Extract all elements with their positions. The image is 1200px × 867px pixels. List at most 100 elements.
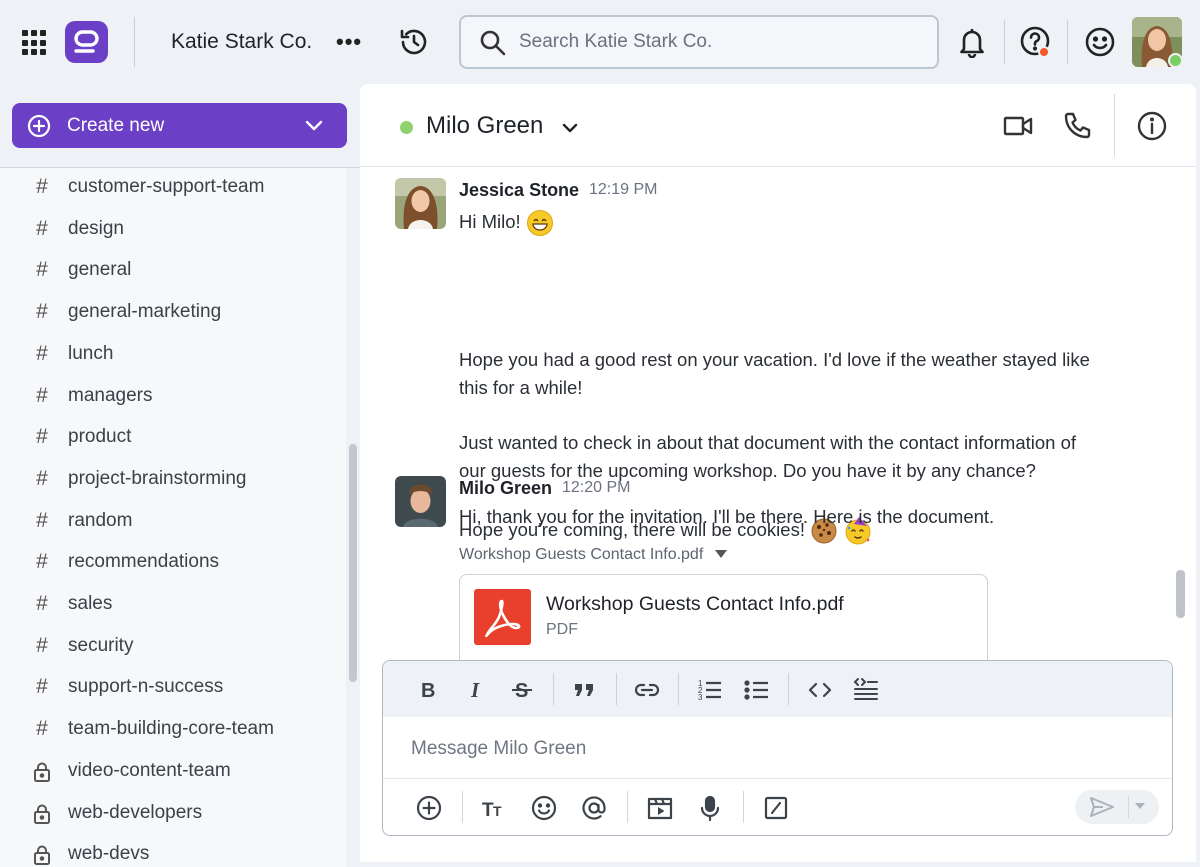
message-line: this for a while!	[459, 377, 583, 398]
smile-icon[interactable]	[1084, 26, 1116, 63]
channel-item[interactable]: # design	[0, 209, 346, 249]
quote-icon	[575, 684, 593, 696]
create-new-button[interactable]: Create new	[12, 103, 347, 148]
italic-icon: I	[470, 678, 480, 702]
channel-name: web-developers	[68, 801, 203, 823]
voice-message-button[interactable]	[695, 793, 725, 823]
channel-item[interactable]: # general	[0, 250, 346, 290]
channel-item[interactable]: # product	[0, 417, 346, 457]
search-box[interactable]	[459, 15, 939, 69]
file-type: PDF	[546, 621, 578, 638]
at-mention-icon	[582, 796, 606, 820]
avatar[interactable]	[395, 178, 446, 229]
online-status-dot	[1168, 53, 1183, 68]
more-options-icon[interactable]: •••	[336, 29, 362, 55]
divider	[462, 791, 463, 823]
chevron-down-icon	[305, 120, 323, 131]
logo-icon[interactable]	[65, 21, 108, 63]
channel-item[interactable]: web-devs	[0, 834, 346, 867]
message-line: Hi Milo!	[459, 209, 554, 237]
channel-item[interactable]: # project-brainstorming	[0, 459, 346, 499]
code-block-button[interactable]	[851, 675, 881, 705]
plus-circle-icon	[416, 795, 442, 821]
channel-item[interactable]: # team-building-core-team	[0, 709, 346, 749]
sidebar-scrollbar[interactable]	[349, 444, 357, 682]
bell-icon[interactable]	[957, 26, 987, 63]
history-icon[interactable]	[398, 26, 430, 63]
channel-item[interactable]: # customer-support-team	[0, 168, 346, 207]
hash-icon: #	[36, 592, 48, 615]
channel-item[interactable]: # lunch	[0, 334, 346, 374]
avatar[interactable]	[395, 476, 446, 527]
message-composer: B I S 123	[382, 660, 1173, 836]
channel-name: sales	[68, 593, 113, 614]
code-button[interactable]	[805, 675, 835, 705]
svg-text:T: T	[493, 803, 502, 819]
divider	[1004, 20, 1005, 64]
channel-item[interactable]: video-content-team	[0, 751, 346, 791]
channel-name: random	[68, 509, 133, 531]
channel-name: customer-support-team	[68, 176, 265, 197]
pdf-icon	[474, 589, 531, 645]
channel-name: security	[68, 634, 134, 656]
add-attachment-button[interactable]	[414, 793, 444, 823]
send-icon[interactable]	[1089, 796, 1115, 818]
search-input[interactable]	[519, 29, 919, 55]
numbered-list-button[interactable]: 123	[695, 675, 725, 705]
mention-button[interactable]	[579, 793, 609, 823]
file-attachment-card[interactable]: Workshop Guests Contact Info.pdf PDF	[459, 574, 988, 660]
hash-icon: #	[36, 341, 48, 365]
divider	[1114, 94, 1115, 157]
link-button[interactable]	[632, 675, 662, 705]
channel-item[interactable]: # managers	[0, 376, 346, 416]
quote-button[interactable]	[570, 675, 600, 705]
message-input[interactable]	[411, 736, 1151, 762]
chevron-down-icon[interactable]	[560, 118, 580, 138]
phone-icon[interactable]	[1062, 111, 1092, 141]
channel-item[interactable]: # random	[0, 501, 346, 541]
italic-button[interactable]: I	[461, 675, 491, 705]
info-icon[interactable]	[1136, 110, 1168, 142]
message-time: 12:20 PM	[562, 479, 631, 496]
gif-button[interactable]	[645, 793, 675, 823]
bold-button[interactable]: B	[413, 675, 443, 705]
channel-item[interactable]: # general-marketing	[0, 292, 346, 332]
video-icon[interactable]	[1003, 113, 1033, 139]
channel-list: # customer-support-team # design # general # ge…	[0, 168, 346, 867]
presence-dot	[400, 121, 413, 134]
slash-command-icon	[764, 796, 788, 820]
divider	[1067, 20, 1068, 64]
channel-item[interactable]: # recommendations	[0, 542, 346, 582]
channel-item[interactable]: # support-n-success	[0, 667, 346, 707]
message-author[interactable]: Jessica Stone	[459, 180, 579, 201]
channel-name: lunch	[68, 342, 114, 364]
chat-panel: Milo Green Jessica Stone 12:19 PM Hi Mil…	[360, 84, 1196, 862]
chat-title[interactable]: Milo Green	[426, 112, 543, 140]
channel-name: general	[68, 259, 132, 281]
file-name[interactable]: Workshop Guests Contact Info.pdf	[546, 593, 844, 616]
channel-name: design	[68, 217, 124, 239]
message-list: Jessica Stone 12:19 PM Hi Milo! Hope you…	[360, 168, 1196, 660]
channel-name: video-content-team	[68, 759, 231, 781]
emoji-button[interactable]	[529, 793, 559, 823]
lock-icon	[34, 845, 50, 866]
slash-command-button[interactable]	[761, 793, 791, 823]
message-scrollbar[interactable]	[1176, 570, 1185, 618]
channel-item[interactable]: # sales	[0, 584, 346, 624]
notification-dot	[1038, 46, 1050, 58]
attachment-caption[interactable]: Workshop Guests Contact Info.pdf	[459, 546, 779, 568]
channel-item[interactable]: # security	[0, 626, 346, 666]
channel-item[interactable]: web-developers	[0, 793, 346, 833]
lock-icon	[34, 804, 50, 824]
chat-header: Milo Green	[360, 84, 1196, 167]
apps-grid-icon[interactable]	[22, 30, 48, 56]
caret-down-icon[interactable]	[714, 549, 728, 559]
team-name[interactable]: Katie Stark Co.	[171, 30, 312, 54]
send-options-chevron-icon[interactable]	[1133, 801, 1147, 811]
message-author[interactable]: Milo Green	[459, 478, 552, 499]
strikethrough-button[interactable]: S	[507, 675, 537, 705]
bullet-list-button[interactable]	[742, 675, 772, 705]
channel-name: managers	[68, 384, 153, 406]
text-format-button[interactable]: TT	[479, 793, 509, 823]
message-line: Hope you had a good rest on your vacatio…	[459, 349, 1090, 370]
